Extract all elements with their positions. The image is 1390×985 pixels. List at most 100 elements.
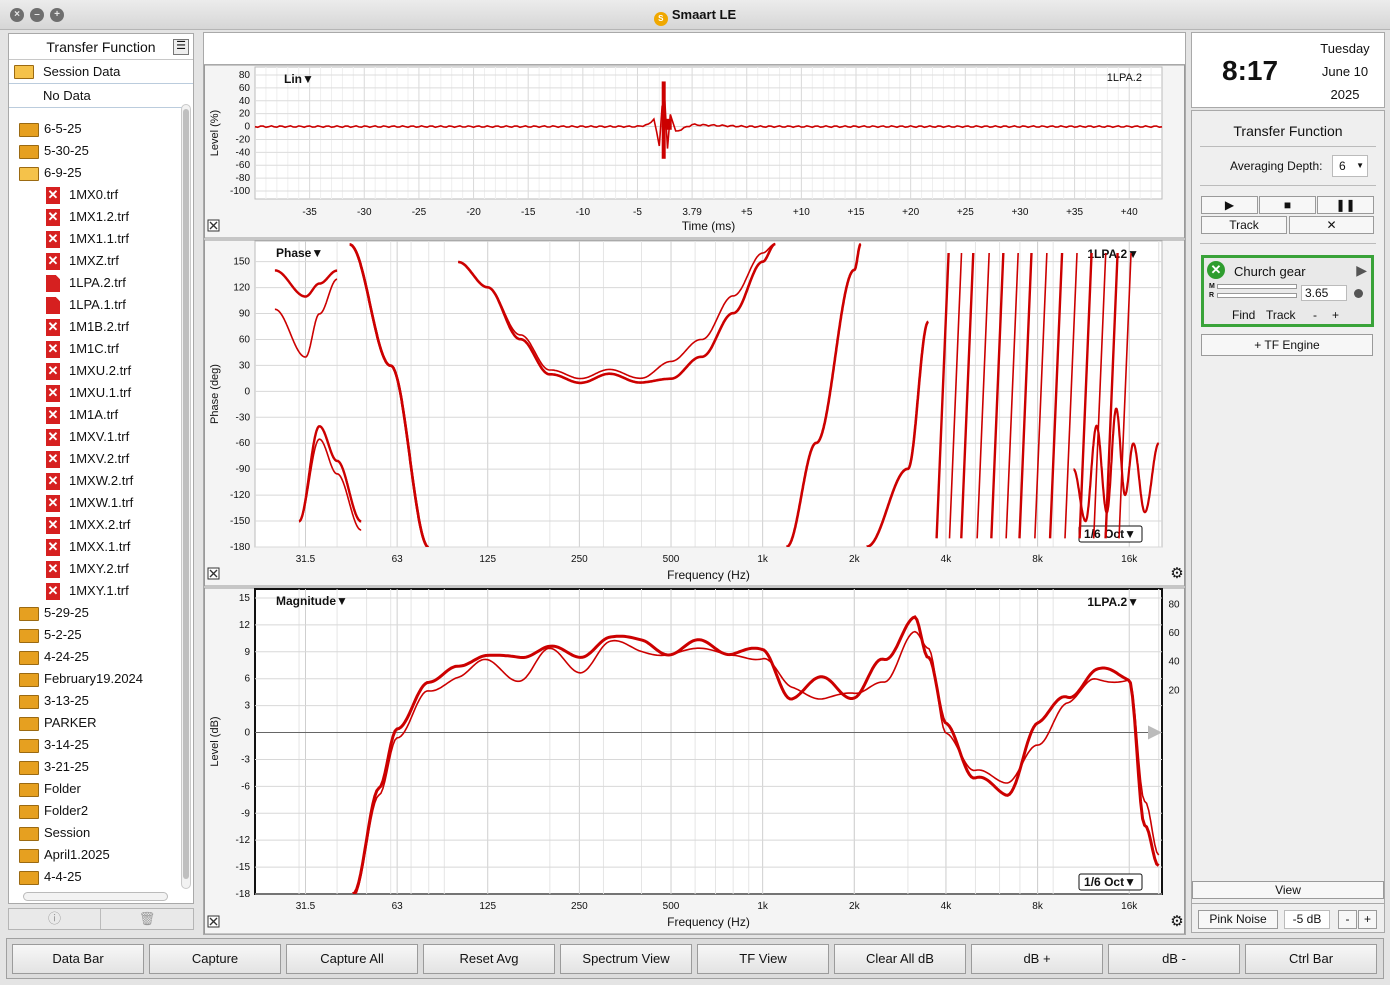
session-data-row[interactable]: Session Data (9, 60, 193, 84)
folder-item[interactable]: 5-2-25 (9, 624, 181, 646)
noise-minus-button[interactable]: - (1338, 910, 1357, 929)
file-item[interactable]: ✕ 1MX1.1.trf (9, 228, 181, 250)
x-tick-label: +15 (848, 207, 865, 218)
db-button[interactable]: dB + (971, 944, 1103, 974)
spectrum-view-button[interactable]: Spectrum View (560, 944, 692, 974)
folder-item[interactable]: 4-24-25 (9, 646, 181, 668)
capture-button[interactable]: Capture (149, 944, 281, 974)
file-item[interactable]: ✕ 1MX1.2.trf (9, 206, 181, 228)
folder-item[interactable]: 3-13-25 (9, 690, 181, 712)
folder-icon (19, 827, 39, 841)
ir-panel-plot-area (254, 66, 1163, 200)
data-bar-button[interactable]: Data Bar (12, 944, 144, 974)
file-item[interactable]: ✕ 1MXY.2.trf (9, 558, 181, 580)
file-item[interactable]: ✕ 1MXX.2.trf (9, 514, 181, 536)
file-item[interactable]: ✕ 1MXV.2.trf (9, 448, 181, 470)
file-item[interactable]: ✕ 1MXY.1.trf (9, 580, 181, 602)
pink-noise-button[interactable]: Pink Noise (1198, 910, 1278, 929)
x-tick-label: +5 (741, 207, 753, 218)
folder-item[interactable]: 5-30-25 (9, 140, 181, 162)
trash-button[interactable]: 🗑 (101, 909, 193, 929)
file-item[interactable]: ✕ 1MXW.2.trf (9, 470, 181, 492)
x-tick-label: +30 (1011, 207, 1028, 218)
y-tick-label: -12 (236, 835, 251, 846)
noise-level-field[interactable]: -5 dB (1284, 910, 1330, 929)
file-item[interactable]: 1LPA.1.trf (9, 294, 181, 316)
ctrl-bar-button[interactable]: Ctrl Bar (1245, 944, 1377, 974)
phase-y-axis-label: Phase (deg) (209, 364, 221, 424)
folder-item[interactable]: April1.2025 (9, 844, 181, 866)
view-button[interactable]: View (1192, 881, 1384, 899)
reset-avg-button[interactable]: Reset Avg (423, 944, 555, 974)
tf-view-button[interactable]: TF View (697, 944, 829, 974)
pause-button[interactable]: ❚❚ (1317, 196, 1374, 214)
folder-item[interactable]: Folder (9, 778, 181, 800)
file-item[interactable]: ✕ 1MXX.1.trf (9, 536, 181, 558)
file-item[interactable]: ✕ 1M1A.trf (9, 404, 181, 426)
no-data-row[interactable]: No Data (9, 84, 183, 108)
track-button[interactable]: Track (1201, 216, 1287, 234)
sidebar-vertical-scrollbar[interactable] (181, 104, 191, 889)
folder-item[interactable]: 4-4-25 (9, 866, 181, 888)
engine-expand-icon[interactable]: ▶ (1356, 262, 1367, 279)
averaging-depth-select[interactable]: 6 ▼ (1332, 155, 1368, 177)
file-item[interactable]: ✕ 1MXU.2.trf (9, 360, 181, 382)
file-item[interactable]: 1LPA.2.trf (9, 272, 181, 294)
file-excluded-icon: ✕ (46, 451, 60, 468)
x-tick-label: 250 (571, 901, 588, 912)
engine-track-button[interactable]: Track (1266, 308, 1296, 322)
delay-plus-button[interactable]: + (1332, 308, 1339, 322)
sidebar-horizontal-scrollbar[interactable] (23, 892, 168, 901)
file-excluded-icon: ✕ (46, 231, 60, 248)
stop-button[interactable]: ■ (1259, 196, 1316, 214)
meter-m (1217, 284, 1297, 289)
find-button[interactable]: Find (1232, 308, 1255, 322)
file-item[interactable]: ✕ 1MX0.trf (9, 184, 181, 206)
folder-icon (19, 673, 39, 687)
file-item[interactable]: ✕ 1MXZ.trf (9, 250, 181, 272)
tf-engine-card[interactable]: ✕ Church gear ▶ M R 3.65 Find Track - + (1201, 255, 1374, 327)
item-label: 1MXU.2.trf (69, 363, 132, 378)
window-title: S Smaart LE (0, 7, 1390, 26)
folder-item[interactable]: PARKER (9, 712, 181, 734)
clock-panel: 8:17 Tuesday June 10 2025 (1191, 32, 1385, 108)
x-tick-label: +25 (957, 207, 974, 218)
info-button[interactable]: ⓘ (9, 909, 101, 929)
folder-item[interactable]: 6-9-25 (9, 162, 181, 184)
folder-item[interactable]: 5-29-25 (9, 602, 181, 624)
sidebar-menu-button[interactable]: ☰ (173, 39, 189, 55)
item-label: 1MXV.2.trf (69, 451, 130, 466)
folder-icon (19, 629, 39, 643)
db-button[interactable]: dB - (1108, 944, 1240, 974)
file-item[interactable]: ✕ 1MXW.1.trf (9, 492, 181, 514)
delay-field[interactable]: 3.65 (1301, 285, 1347, 301)
generator-bar: Pink Noise -5 dB - + (1191, 903, 1385, 933)
engine-enable-icon[interactable]: ✕ (1207, 261, 1225, 279)
y-tick-label: -80 (236, 173, 251, 184)
folder-item[interactable]: Session (9, 822, 181, 844)
y-tick-label: 12 (239, 620, 251, 631)
scrollbar-thumb[interactable] (183, 109, 189, 879)
folder-item[interactable]: 6-5-25 (9, 118, 181, 140)
clear-all-db-button[interactable]: Clear All dB (834, 944, 966, 974)
x-tick-label: 16k (1121, 901, 1138, 912)
tools-button[interactable]: ✕ (1289, 216, 1374, 234)
file-item[interactable]: ✕ 1M1C.trf (9, 338, 181, 360)
x-tick-label: 4k (941, 901, 953, 912)
folder-item[interactable]: 3-14-25 (9, 734, 181, 756)
capture-all-button[interactable]: Capture All (286, 944, 418, 974)
file-item[interactable]: ✕ 1MXU.1.trf (9, 382, 181, 404)
noise-plus-button[interactable]: + (1358, 910, 1377, 929)
delay-minus-button[interactable]: - (1313, 308, 1317, 322)
folder-item[interactable]: February19.2024 (9, 668, 181, 690)
play-button[interactable]: ▶ (1201, 196, 1258, 214)
folder-item[interactable]: 3-21-25 (9, 756, 181, 778)
data-bar: Transfer Function ☰ Session Data No Data… (8, 33, 194, 904)
folder-item[interactable]: Folder2 (9, 800, 181, 822)
file-item[interactable]: ✕ 1MXV.1.trf (9, 426, 181, 448)
add-tf-engine-button[interactable]: + TF Engine (1201, 334, 1373, 356)
item-label: 1MXW.1.trf (69, 495, 134, 510)
x-tick-label: 31.5 (296, 554, 316, 565)
file-item[interactable]: ✕ 1M1B.2.trf (9, 316, 181, 338)
folder-icon (19, 607, 39, 621)
